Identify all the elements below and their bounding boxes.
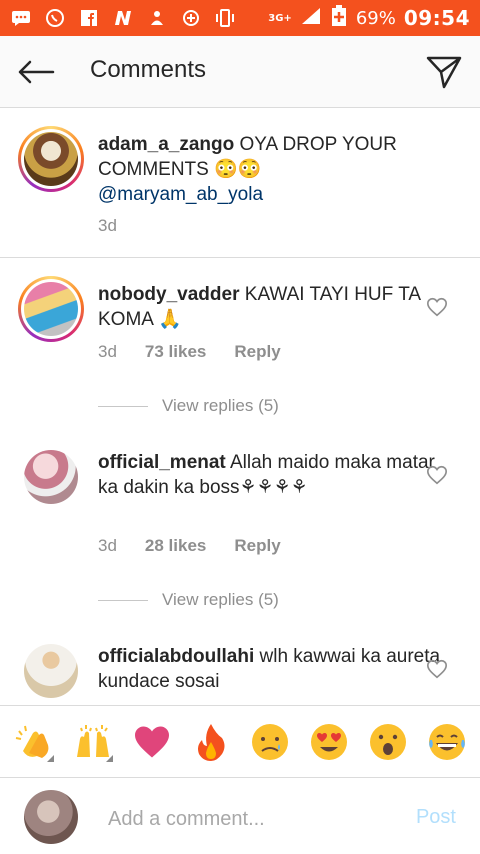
comment-text: officialabdoullahi wlh kawwai ka aureta … <box>98 644 460 694</box>
message-icon <box>10 7 32 29</box>
app-bar: Comments <box>0 36 480 108</box>
surprised-face-icon <box>369 723 406 760</box>
divider <box>98 599 148 601</box>
signal-icon <box>300 6 322 31</box>
reply-button[interactable]: Reply <box>234 342 280 362</box>
reply-button[interactable]: Reply <box>234 536 280 556</box>
avatar[interactable] <box>24 450 78 504</box>
post-caption: adam_a_zango OYA DROP YOUR COMMENTS 😳😳 @… <box>0 108 480 258</box>
avatar[interactable] <box>18 126 84 192</box>
fire-emoji-button[interactable] <box>187 718 235 766</box>
comment-text: official_menat Allah maido maka matar ka… <box>98 450 460 500</box>
clapping-emoji-button[interactable] <box>10 718 58 766</box>
comment-likes[interactable]: 73 likes <box>145 342 206 362</box>
comment-time: 3d <box>98 536 117 555</box>
avatar[interactable] <box>24 644 78 698</box>
back-arrow-icon <box>18 60 55 84</box>
network-type: 3G+ <box>268 12 292 24</box>
comment-item: officialabdoullahi wlh kawwai ka aureta … <box>0 632 480 705</box>
avatar[interactable] <box>18 276 84 342</box>
sync-icon <box>180 7 202 29</box>
status-bar: 3G+ 69% 09:54 <box>0 0 480 36</box>
notification-icons <box>10 7 236 29</box>
divider <box>98 405 148 407</box>
comment-username[interactable]: officialabdoullahi <box>98 646 254 667</box>
view-replies-label: View replies (5) <box>162 396 279 415</box>
comment-meta: 3d 28 likes Reply <box>98 536 281 556</box>
surprised-face-emoji-button[interactable] <box>364 718 412 766</box>
heart-emoji-button[interactable] <box>128 718 176 766</box>
comment-meta: 3d 73 likes Reply <box>98 342 281 362</box>
direct-send-icon <box>426 56 462 89</box>
view-replies-label: View replies (5) <box>162 590 279 609</box>
comment-username[interactable]: nobody_vadder <box>98 284 239 305</box>
comment-time: 3d <box>98 342 117 361</box>
comment-text: nobody_vadder KAWAI TAYI HUF TA KOMA 🙏 <box>98 282 460 332</box>
view-replies-button[interactable]: View replies (5) <box>98 590 279 610</box>
whatsapp-icon <box>44 7 66 29</box>
caption-time: 3d <box>98 216 117 235</box>
comment-item: official_menat Allah maido maka matar ka… <box>0 432 480 632</box>
page-title: Comments <box>90 56 207 83</box>
post-button[interactable]: Post <box>416 806 456 829</box>
laughing-face-emoji-button[interactable] <box>423 718 471 766</box>
person-icon <box>146 7 168 29</box>
tears-of-joy-icon <box>428 723 465 760</box>
heart-eyes-emoji-button[interactable] <box>305 718 353 766</box>
caption-mention[interactable]: @maryam_ab_yola <box>98 184 263 205</box>
heart-eyes-face-icon <box>310 723 347 760</box>
sad-face-icon <box>251 723 288 760</box>
battery-percent: 69% <box>355 7 396 29</box>
comment-likes[interactable]: 28 likes <box>145 536 206 556</box>
back-button[interactable] <box>16 54 56 90</box>
red-heart-icon <box>134 726 169 757</box>
vibrate-icon <box>214 7 236 29</box>
like-heart-icon[interactable] <box>426 658 448 680</box>
like-heart-icon[interactable] <box>426 464 448 486</box>
emoji-quick-bar <box>0 705 480 778</box>
system-status: 3G+ 69% 09:54 <box>268 4 470 32</box>
share-button[interactable] <box>424 52 464 92</box>
sad-face-emoji-button[interactable] <box>246 718 294 766</box>
clock: 09:54 <box>403 6 470 30</box>
facebook-icon <box>78 7 100 29</box>
raised-hands-emoji-button[interactable] <box>69 718 117 766</box>
caption-username[interactable]: adam_a_zango <box>98 134 234 155</box>
caption-text: adam_a_zango OYA DROP YOUR COMMENTS 😳😳 @… <box>98 132 460 207</box>
my-avatar <box>24 790 78 844</box>
view-replies-button[interactable]: View replies (5) <box>98 396 279 416</box>
n-app-icon <box>112 7 134 29</box>
comment-item: nobody_vadder KAWAI TAYI HUF TA KOMA 🙏 3… <box>0 258 480 438</box>
caption-meta: 3d <box>98 216 117 236</box>
like-heart-icon[interactable] <box>426 296 448 318</box>
comment-composer: Post <box>0 778 480 854</box>
fire-icon <box>197 723 224 761</box>
battery-icon <box>330 4 348 32</box>
comment-username[interactable]: official_menat <box>98 452 226 473</box>
comment-input[interactable] <box>108 804 388 834</box>
